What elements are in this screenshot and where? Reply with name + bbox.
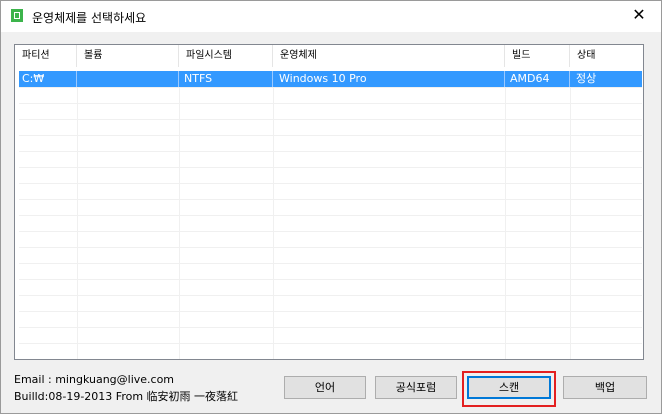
- close-icon: ✕: [632, 5, 646, 24]
- grid-column-line: [77, 87, 78, 359]
- cell-build: AMD64: [505, 71, 570, 87]
- grid-line: [19, 263, 642, 264]
- grid-line: [19, 215, 642, 216]
- grid-line: [19, 343, 642, 344]
- title-bar[interactable]: 운영체제를 선택하세요 ✕: [1, 1, 661, 32]
- column-header-os[interactable]: 운영체제: [273, 45, 505, 67]
- email-text: Email : mingkuang@live.com: [14, 373, 175, 386]
- grid-column-line: [505, 87, 506, 359]
- column-header-volume[interactable]: 볼륨: [77, 45, 179, 67]
- grid-line: [19, 327, 642, 328]
- cell-partition: C:₩: [19, 71, 77, 87]
- column-header-status[interactable]: 상태: [570, 45, 643, 67]
- grid-line: [19, 295, 642, 296]
- column-header-partition[interactable]: 파티션: [15, 45, 77, 67]
- cell-filesystem: NTFS: [179, 71, 273, 87]
- grid-column-line: [179, 87, 180, 359]
- grid-line: [19, 183, 642, 184]
- grid-line: [19, 135, 642, 136]
- grid-line: [19, 231, 642, 232]
- grid-line: [19, 119, 642, 120]
- partition-list[interactable]: 파티션 볼륨 파일시스템 운영체제 빌드 상태 C:₩ NTFS Windows…: [14, 44, 644, 360]
- window-title: 운영체제를 선택하세요: [32, 11, 147, 25]
- cell-volume: [77, 71, 179, 87]
- forum-button[interactable]: 공식포럼: [375, 376, 457, 399]
- grid-line: [19, 311, 642, 312]
- language-button[interactable]: 언어: [284, 376, 366, 399]
- scan-highlight-box: [462, 371, 556, 407]
- build-text: Builld:08-19-2013 From 临安初雨 一夜落紅: [14, 390, 239, 403]
- grid-line: [19, 151, 642, 152]
- app-icon: [11, 9, 23, 22]
- grid-line: [19, 103, 642, 104]
- close-button[interactable]: ✕: [617, 1, 661, 31]
- column-header-filesystem[interactable]: 파일시스템: [179, 45, 273, 67]
- column-header-build[interactable]: 빌드: [505, 45, 570, 67]
- grid-line: [19, 199, 642, 200]
- grid-line: [19, 87, 642, 88]
- cell-status: 정상: [576, 72, 597, 85]
- grid-line: [19, 167, 642, 168]
- grid-line: [19, 279, 642, 280]
- grid-column-line: [570, 87, 571, 359]
- cell-os: Windows 10 Pro: [273, 71, 505, 87]
- table-row[interactable]: C:₩ NTFS Windows 10 Pro AMD64 정상: [19, 71, 642, 87]
- grid-line: [19, 247, 642, 248]
- grid-column-line: [273, 87, 274, 359]
- backup-button[interactable]: 백업: [563, 376, 647, 399]
- os-select-dialog: 운영체제를 선택하세요 ✕ 파티션 볼륨 파일시스템 운영체제 빌드 상태 C:…: [0, 0, 662, 414]
- list-header: 파티션 볼륨 파일시스템 운영체제 빌드 상태: [15, 45, 643, 67]
